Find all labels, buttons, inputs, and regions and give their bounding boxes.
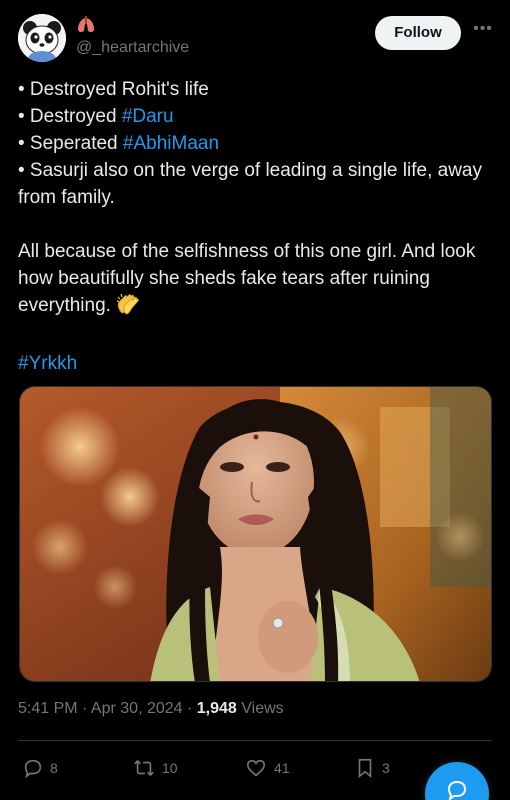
reply-icon [22,757,44,779]
tweet-line-text: • Destroyed [18,106,122,127]
tweet-line-text: • Seperated [18,133,123,154]
reply-button[interactable]: 8 [22,752,58,784]
views-label: Views [241,700,284,717]
hashtag-link[interactable]: #Daru [122,106,174,127]
repost-count: 10 [162,760,178,776]
reply-count: 8 [50,760,58,776]
repost-icon [132,757,156,779]
panda-avatar[interactable] [18,14,66,62]
bookmark-button[interactable]: 3 [354,752,390,784]
more-dots-icon[interactable]: ••• [470,18,496,44]
tweet-header: @_heartarchive Follow ••• [18,14,498,64]
bookmark-icon [354,756,376,780]
tweet-actions: 8 10 41 3 [18,752,494,784]
tweet-paragraph: All because of the selfishness of this o… [18,238,494,323]
tweet-image[interactable] [19,386,492,682]
chat-bubble-icon [445,778,469,800]
follow-button[interactable]: Follow [375,16,461,50]
tweet-meta: 5:41 PM · Apr 30, 2024 · 1,948 Views [18,700,284,718]
clapping-hands-emoji [116,293,140,323]
tweet-line: • Seperated #AbhiMaan [18,130,494,157]
tweet-paragraph-text: All because of the selfishness of this o… [18,241,476,316]
timestamp[interactable]: 5:41 PM · Apr 30, 2024 · [18,700,192,717]
tweet-line: #Yrkkh [18,350,494,377]
hashtag-link[interactable]: #Yrkkh [18,353,77,374]
tweet-text: • Destroyed Rohit's life • Destroyed #Da… [18,76,494,377]
like-count: 41 [274,760,290,776]
views-count: 1,948 [196,700,237,717]
hashtag-link[interactable]: #AbhiMaan [123,133,219,154]
tweet-line: • Sasurji also on the verge of leading a… [18,160,482,208]
tweet-line: • Destroyed Rohit's life [18,79,209,100]
bookmark-count: 3 [382,760,390,776]
like-button[interactable]: 41 [244,752,290,784]
divider [18,740,492,741]
lungs-icon [76,16,96,34]
heart-icon [244,757,268,779]
author-handle[interactable]: @_heartarchive [76,39,189,57]
repost-button[interactable]: 10 [132,752,178,784]
tweet-line: • Destroyed #Daru [18,103,494,130]
